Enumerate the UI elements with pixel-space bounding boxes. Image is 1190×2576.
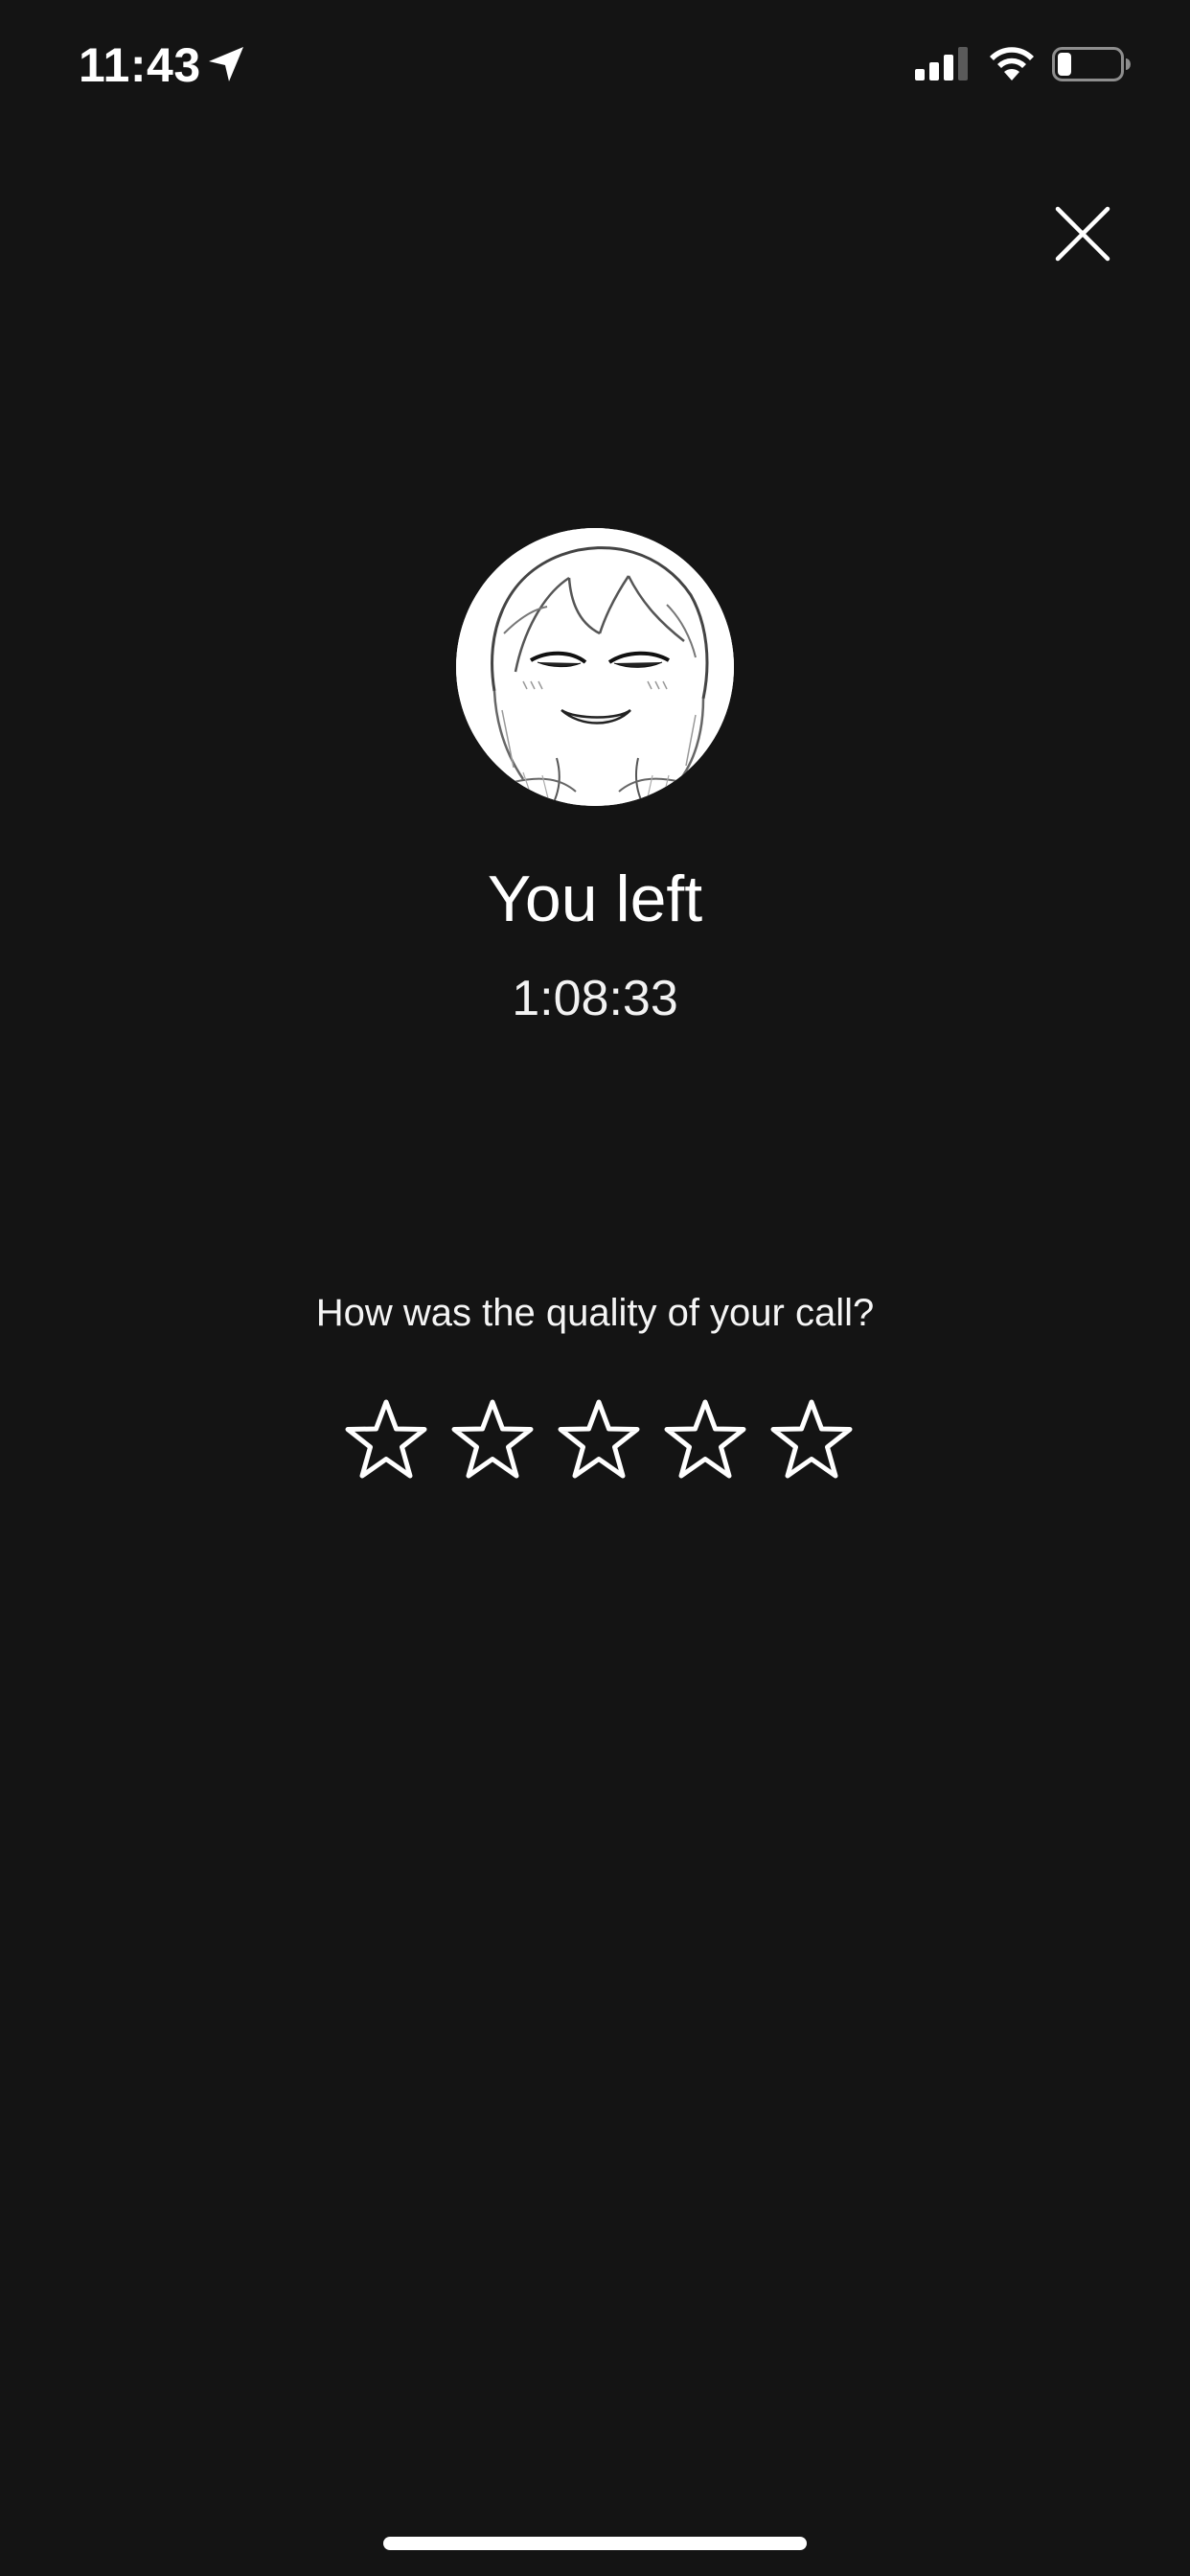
close-button[interactable]	[1052, 203, 1113, 264]
battery-icon	[1052, 47, 1131, 81]
cellular-signal-icon	[915, 47, 968, 80]
star-outline-icon	[451, 1399, 534, 1479]
close-icon	[1055, 206, 1110, 262]
star-3-button[interactable]	[553, 1394, 645, 1486]
star-outline-icon	[345, 1399, 427, 1479]
call-status-title: You left	[487, 862, 703, 935]
location-arrow-icon	[209, 47, 243, 81]
status-bar: 11:43	[0, 0, 1190, 134]
star-4-button[interactable]	[659, 1394, 751, 1486]
star-outline-icon	[664, 1399, 746, 1479]
star-1-button[interactable]	[340, 1394, 432, 1486]
home-indicator[interactable]	[383, 2537, 807, 2550]
call-duration: 1:08:33	[512, 971, 678, 1026]
star-outline-icon	[558, 1399, 640, 1479]
avatar-illustration	[456, 528, 734, 806]
star-rating	[340, 1394, 858, 1486]
star-2-button[interactable]	[446, 1394, 538, 1486]
wifi-icon	[990, 47, 1034, 80]
status-time: 11:43	[79, 38, 201, 92]
star-outline-icon	[770, 1399, 853, 1479]
star-5-button[interactable]	[766, 1394, 858, 1486]
avatar	[456, 528, 734, 806]
call-quality-question: How was the quality of your call?	[315, 1292, 875, 1334]
